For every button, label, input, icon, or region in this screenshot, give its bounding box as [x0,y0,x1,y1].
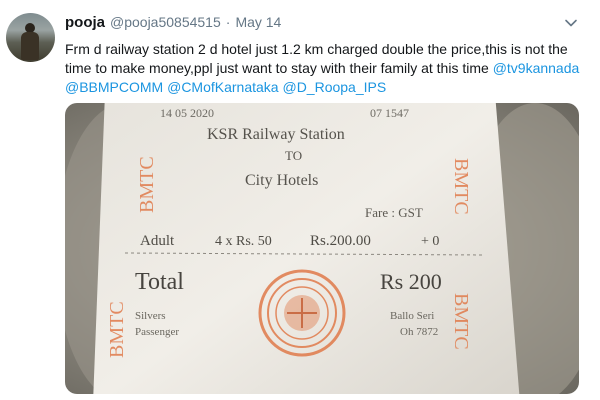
avatar-body [21,32,39,60]
ticket-photo: 14 05 2020 07 1547 KSR Railway Station T… [65,103,579,394]
bmtc-print-right-top: BMTC [450,158,472,215]
mention-link[interactable]: @BBMPCOMM [65,79,163,95]
ticket-footer-left-2: Passenger [135,326,179,338]
bmtc-print-left-top: BMTC [136,156,158,213]
tweet-header: pooja @pooja50854515 · May 14 [65,14,281,34]
bmtc-print-right-bottom: BMTC [450,293,472,350]
ticket-adult-calc: 4 x Rs. 50 [215,234,272,249]
ticket-date: 14 05 2020 [160,106,214,120]
ticket-footer-right-2: Oh 7872 [400,326,438,338]
tweet-date[interactable]: May 14 [235,14,281,30]
ticket-fare: Fare : GST [365,205,423,220]
ticket-from: KSR Railway Station [207,126,345,143]
ticket-total-label: Total [135,269,184,295]
bmtc-print-left-bottom: BMTC [106,301,128,358]
separator-dot: · [225,14,231,30]
ticket-adult-label: Adult [140,233,175,249]
tweet-card[interactable]: pooja @pooja50854515 · May 14 Frm d rail… [0,0,600,400]
display-name[interactable]: pooja [65,14,105,31]
tweet-text: Frm d railway station 2 d hotel just 1.2… [65,40,585,97]
chevron-down-icon[interactable] [563,15,579,31]
ticket-footer-right-1: Ballo Seri [390,310,434,322]
mention-link[interactable]: @CMofKarnataka [167,79,278,95]
ticket-code: 07 1547 [370,106,409,120]
tweet-photo[interactable]: 14 05 2020 07 1547 KSR Railway Station T… [65,103,579,394]
ticket-adult-amount: Rs.200.00 [310,233,371,249]
mention-link[interactable]: @tv9kannada [493,60,580,76]
ticket-total-value: Rs 200 [380,269,442,294]
user-handle[interactable]: @pooja50854515 [110,14,221,30]
ticket-adult-tail: + 0 [421,234,439,249]
ticket-destination: City Hotels [245,172,318,189]
mention-link[interactable]: @D_Roopa_IPS [282,79,386,95]
ticket-to-label: TO [285,148,302,163]
ticket-footer-left-1: Silvers [135,310,166,322]
avatar[interactable] [6,13,55,62]
